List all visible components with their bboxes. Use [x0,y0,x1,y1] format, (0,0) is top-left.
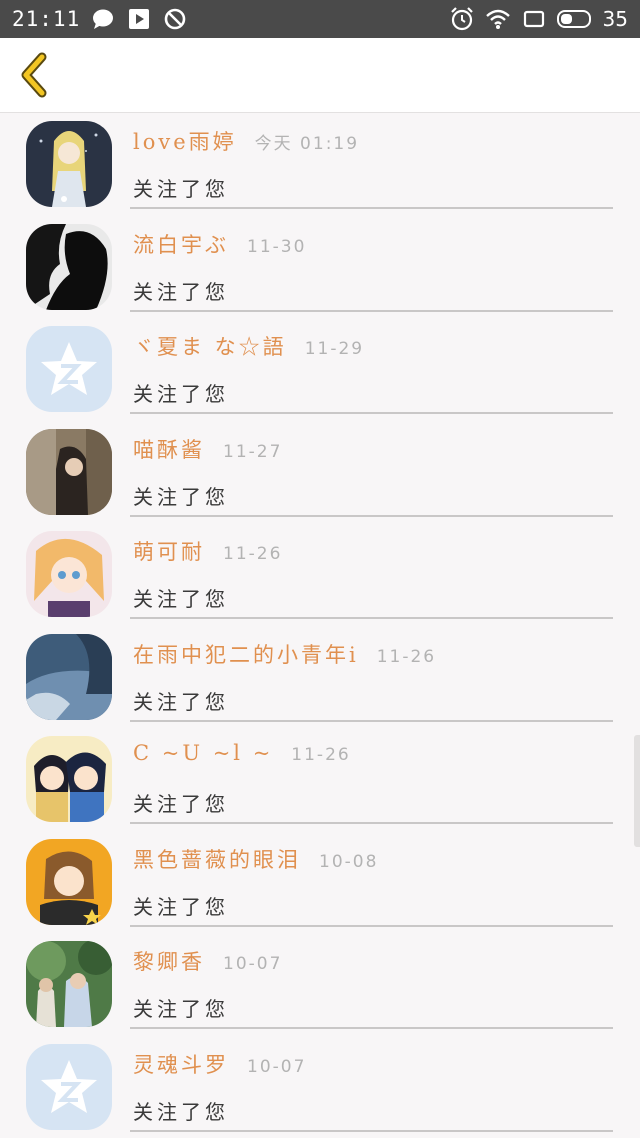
name-line: ヾ夏ま な☆語 11-29 [133,331,364,361]
timestamp: 10-07 [223,954,283,974]
status-bar-right: 35 [449,6,628,32]
list-item[interactable]: ヾ夏ま な☆語 11-29 关注了您 [0,318,640,421]
timestamp: 11-27 [223,441,283,462]
list-item[interactable]: 喵酥酱 11-27 关注了您 [0,421,640,524]
battery-level: 35 [602,7,628,31]
timestamp: 11-29 [304,339,365,359]
dark-silhouette-avatar[interactable] [26,223,112,310]
action-text: 关注了您 [133,894,229,919]
timestamp: 11-26 [291,745,351,765]
photo-girl-avatar[interactable] [26,428,112,515]
blue-photo-avatar[interactable] [26,633,112,720]
nav-bar [0,38,640,113]
list-item[interactable]: 黎卿香 10-07 关注了您 [0,933,640,1036]
alarm-icon [449,6,475,32]
action-text: 关注了您 [133,997,229,1021]
action-text: 关注了您 [133,1099,229,1124]
list-item-text: C ~U ~l ~ 11-26 关注了您 [130,728,613,824]
name-line: 流白宇ぶ 11-30 [133,229,306,259]
anime-blonde-avatar[interactable] [26,531,112,617]
qq-default-avatar[interactable] [26,326,112,412]
name-line: 在雨中犯二的小青年i 11-26 [133,639,436,669]
list-item[interactable]: 灵魂斗罗 10-07 关注了您 [0,1036,640,1138]
timestamp: 11-26 [223,544,283,564]
status-bar-left: 21:11 [12,6,188,32]
action-text: 关注了您 [133,792,229,816]
name-line: 萌可耐 11-26 [133,536,282,566]
name-line: 黎卿香 10-07 [133,946,282,976]
timestamp: 10-07 [247,1056,307,1077]
battery-icon [556,6,593,32]
follower-list: love雨婷 今天 01:19 关注了您 流白宇ぶ 11-30 关注了您 ヾ夏ま な… [0,113,640,1138]
list-item-text: 灵魂斗罗 10-07 关注了您 [130,1036,613,1132]
chat-bubble-icon [90,6,116,32]
list-item-text: 在雨中犯二的小青年i 11-26 关注了您 [130,626,613,722]
user-name[interactable]: 喵酥酱 [133,438,205,462]
action-text: 关注了您 [133,279,229,304]
screen-icon [521,6,547,32]
action-text: 关注了您 [133,382,229,406]
list-item-text: 萌可耐 11-26 关注了您 [130,523,613,619]
user-name[interactable]: 灵魂斗罗 [133,1053,229,1077]
list-item-text: 喵酥酱 11-27 关注了您 [130,421,613,517]
status-bar: 21:11 35 [0,0,640,38]
wifi-icon [485,6,511,32]
name-line: love雨婷 今天 01:19 [133,126,359,156]
timestamp: 10-08 [319,851,379,872]
play-store-icon [126,6,152,32]
list-item[interactable]: 黑色蔷薇的眼泪 10-08 关注了您 [0,831,640,934]
list-item[interactable]: 萌可耐 11-26 关注了您 [0,523,640,626]
anime-girl-avatar[interactable] [26,121,112,207]
qq-default-avatar[interactable] [26,1043,112,1130]
list-item[interactable]: 在雨中犯二的小青年i 11-26 关注了您 [0,626,640,729]
timestamp: 11-26 [376,646,437,667]
back-button[interactable] [12,50,56,100]
user-name[interactable]: love雨婷 [133,130,237,154]
anime-orange-avatar[interactable] [26,838,112,925]
conan-avatar[interactable] [26,736,112,822]
chevron-left-icon [21,52,47,98]
list-item[interactable]: C ~U ~l ~ 11-26 关注了您 [0,728,640,831]
user-name[interactable]: 黎卿香 [133,950,205,974]
name-line: 喵酥酱 11-27 [133,434,282,464]
list-item[interactable]: 流白宇ぶ 11-30 关注了您 [0,216,640,319]
timestamp: 11-30 [247,236,307,257]
user-name[interactable]: 萌可耐 [133,540,205,564]
status-time: 21:11 [12,7,81,31]
list-item-text: 流白宇ぶ 11-30 关注了您 [130,216,613,312]
name-line: 灵魂斗罗 10-07 [133,1049,306,1079]
scrollbar[interactable] [634,735,640,847]
action-text: 关注了您 [133,689,229,714]
timestamp: 今天 01:19 [254,134,360,154]
user-name[interactable]: 在雨中犯二的小青年i [133,643,359,667]
action-text: 关注了您 [133,587,229,611]
green-photo-avatar[interactable] [26,941,112,1027]
action-text: 关注了您 [133,177,229,201]
list-item-text: love雨婷 今天 01:19 关注了您 [130,113,613,209]
name-line: C ~U ~l ~ 11-26 [133,741,351,765]
action-text: 关注了您 [133,484,229,509]
list-item[interactable]: love雨婷 今天 01:19 关注了您 [0,113,640,216]
block-icon [162,6,188,32]
list-item-text: ヾ夏ま な☆語 11-29 关注了您 [130,318,613,414]
user-name[interactable]: 黑色蔷薇的眼泪 [133,848,301,872]
user-name[interactable]: C ~U ~l ~ [133,741,273,765]
list-item-text: 黑色蔷薇的眼泪 10-08 关注了您 [130,831,613,927]
user-name[interactable]: ヾ夏ま な☆語 [133,335,287,359]
name-line: 黑色蔷薇的眼泪 10-08 [133,844,378,874]
list-item-text: 黎卿香 10-07 关注了您 [130,933,613,1029]
user-name[interactable]: 流白宇ぶ [133,233,229,257]
